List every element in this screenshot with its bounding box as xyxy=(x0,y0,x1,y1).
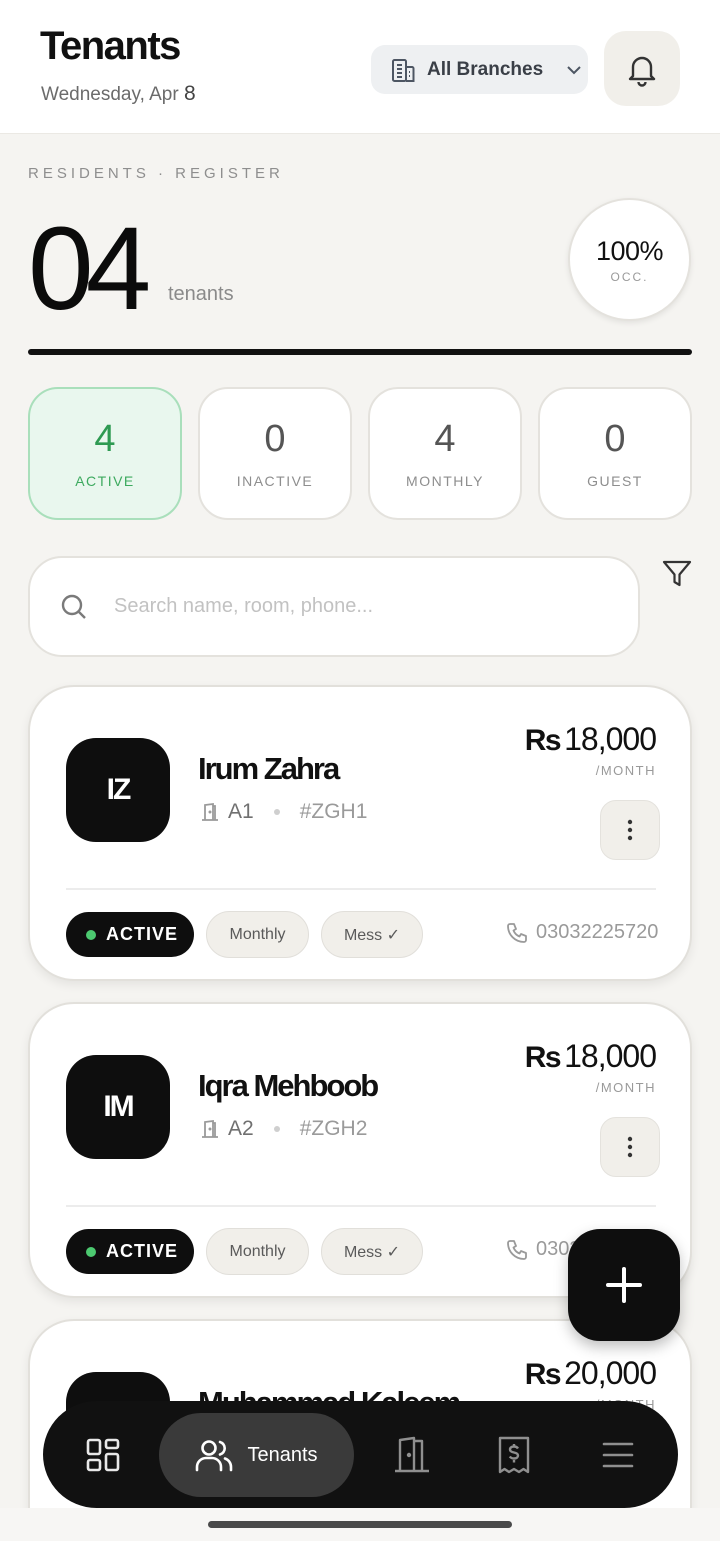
current-date-day: 8 xyxy=(183,82,196,105)
rent-value: 18,000 xyxy=(564,721,657,757)
meta-separator xyxy=(273,809,280,815)
stat-label: GUEST xyxy=(587,473,643,489)
status-dot xyxy=(86,1246,96,1257)
more-options-button[interactable] xyxy=(600,1117,660,1177)
add-tenant-button[interactable] xyxy=(568,1229,680,1341)
mess-tag: Mess ✓ xyxy=(321,911,423,958)
more-vertical-icon xyxy=(627,819,633,841)
nav-dashboard[interactable] xyxy=(65,1401,141,1508)
card-divider xyxy=(66,1205,656,1207)
billing-receipt-icon xyxy=(498,1436,530,1473)
phone-link[interactable]: 03032225720 xyxy=(506,921,658,944)
more-options-button[interactable] xyxy=(600,800,660,860)
phone-icon xyxy=(507,1239,527,1260)
stat-value: 0 xyxy=(604,418,626,460)
rent-period: /MONTH xyxy=(595,763,656,778)
status-label: ACTIVE xyxy=(106,924,179,944)
chevron-down-icon xyxy=(567,65,581,74)
filter-icon xyxy=(662,560,692,587)
branch-selector-label: All Branches xyxy=(427,58,544,80)
stat-value: 4 xyxy=(434,418,456,460)
mess-tag: Mess ✓ xyxy=(321,1228,423,1275)
avatar: IZ xyxy=(66,738,170,842)
room-number: A1 xyxy=(228,800,254,823)
occupancy-label: OCC. xyxy=(610,269,649,284)
current-date: Wednesday, Apr 8 xyxy=(41,82,196,105)
status-badge: ACTIVE xyxy=(66,1229,194,1274)
rent-value: 18,000 xyxy=(564,1038,657,1074)
tenant-code: #ZGH2 xyxy=(299,1117,368,1140)
status-badge: ACTIVE xyxy=(66,912,194,957)
currency: Rs xyxy=(524,724,562,757)
stat-label: ACTIVE xyxy=(75,473,135,489)
tenant-name: Iqra Mehboob xyxy=(198,1068,379,1103)
notifications-button[interactable] xyxy=(604,31,680,106)
occupancy-value: 100% xyxy=(595,235,664,266)
stat-inactive[interactable]: 0 INACTIVE xyxy=(198,387,352,520)
bottom-nav: Tenants xyxy=(43,1401,678,1508)
nav-tenants-label: Tenants xyxy=(247,1443,318,1466)
page-title: Tenants xyxy=(40,24,181,68)
search-input[interactable] xyxy=(114,595,594,618)
dashboard-icon xyxy=(86,1438,120,1471)
nav-menu[interactable] xyxy=(580,1401,656,1508)
currency: Rs xyxy=(524,1041,562,1074)
stat-label: MONTHLY xyxy=(406,473,484,489)
avatar: IM xyxy=(66,1055,170,1159)
rent-period: /MONTH xyxy=(595,1080,656,1095)
phone-number: 03032225720 xyxy=(536,921,659,943)
tenant-count: 04 xyxy=(28,203,151,335)
stat-value: 0 xyxy=(264,418,286,460)
tenants-icon xyxy=(196,1440,233,1472)
section-overline: RESIDENTS · REGISTER xyxy=(28,165,284,182)
status-label: ACTIVE xyxy=(106,1241,179,1261)
plus-icon xyxy=(606,1267,642,1303)
status-dot xyxy=(86,929,96,940)
meta-separator xyxy=(273,1126,280,1132)
currency: Rs xyxy=(524,1358,562,1391)
home-indicator[interactable] xyxy=(208,1521,512,1528)
filter-button[interactable] xyxy=(658,556,696,592)
tenant-meta: A2 #ZGH2 xyxy=(200,1117,367,1141)
more-vertical-icon xyxy=(627,1136,633,1158)
tenant-name: Irum Zahra xyxy=(198,751,340,786)
search-icon xyxy=(61,594,86,619)
rent-value: 20,000 xyxy=(564,1355,657,1391)
door-icon xyxy=(202,1119,218,1138)
nav-tenants[interactable]: Tenants xyxy=(159,1413,354,1497)
phone-icon xyxy=(507,922,527,943)
stat-value: 4 xyxy=(94,418,116,460)
rent-amount: Rs 18,000 xyxy=(524,721,657,758)
plan-tag: Monthly xyxy=(206,911,309,958)
search-bar xyxy=(28,556,640,657)
stat-active[interactable]: 4 ACTIVE xyxy=(28,387,182,520)
card-divider xyxy=(66,888,656,890)
stat-monthly[interactable]: 4 MONTHLY xyxy=(368,387,522,520)
menu-icon xyxy=(602,1442,634,1467)
room-number: A2 xyxy=(228,1117,254,1140)
plan-tag: Monthly xyxy=(206,1228,309,1275)
door-icon xyxy=(202,802,218,821)
building-icon xyxy=(392,58,415,82)
tenant-card[interactable]: IZ Irum Zahra A1 #ZGH1 Rs 18,000 /MONTH … xyxy=(28,685,692,981)
branch-selector[interactable]: All Branches xyxy=(371,45,588,94)
stat-label: INACTIVE xyxy=(236,473,314,489)
rent-amount: Rs 20,000 xyxy=(524,1355,657,1392)
rent-amount: Rs 18,000 xyxy=(524,1038,657,1075)
app-header: Tenants Wednesday, Apr 8 All Branches xyxy=(0,0,720,134)
rooms-door-icon xyxy=(395,1436,429,1472)
bell-icon xyxy=(628,56,656,87)
nav-billing[interactable] xyxy=(476,1401,552,1508)
nav-rooms[interactable] xyxy=(374,1401,450,1508)
tenant-code: #ZGH1 xyxy=(299,800,368,823)
stat-guest[interactable]: 0 GUEST xyxy=(538,387,692,520)
tenant-count-unit: tenants xyxy=(168,283,234,305)
tenant-meta: A1 #ZGH1 xyxy=(200,800,367,824)
occupancy-badge: 100% OCC. xyxy=(568,198,691,321)
summary-divider xyxy=(28,349,692,355)
